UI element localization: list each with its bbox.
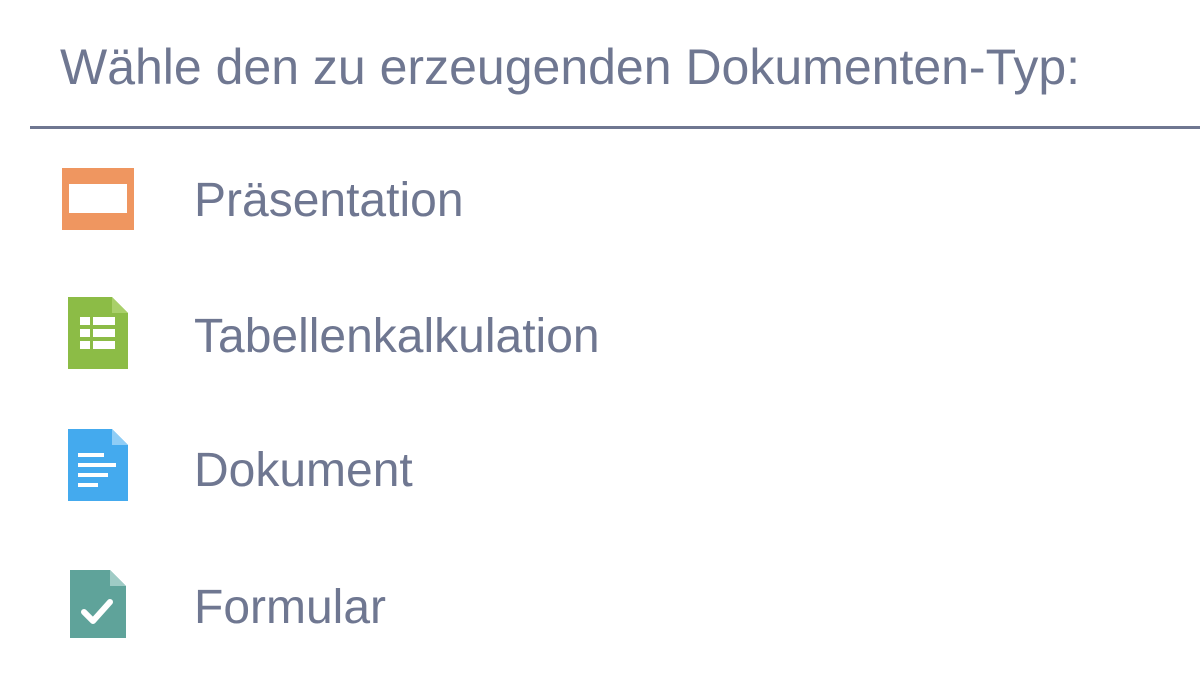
option-presentation[interactable]: Präsentation [0, 142, 1200, 262]
document-icon [68, 429, 128, 501]
spreadsheet-icon [68, 297, 128, 369]
option-form[interactable]: Formular [0, 550, 1200, 670]
header-divider [30, 126, 1200, 129]
option-label: Tabellenkalkulation [194, 310, 600, 363]
dialog-title: Wähle den zu erzeugenden Dokumenten-Typ: [60, 39, 1081, 95]
presentation-icon [62, 168, 134, 230]
option-spreadsheet[interactable]: Tabellenkalkulation [0, 277, 1200, 397]
document-type-dialog: Wähle den zu erzeugenden Dokumenten-Typ:… [0, 0, 1200, 677]
form-icon [70, 570, 126, 638]
option-document[interactable]: Dokument [0, 413, 1200, 533]
option-label: Formular [194, 581, 387, 634]
option-label: Dokument [194, 444, 413, 497]
option-label: Präsentation [194, 174, 464, 227]
